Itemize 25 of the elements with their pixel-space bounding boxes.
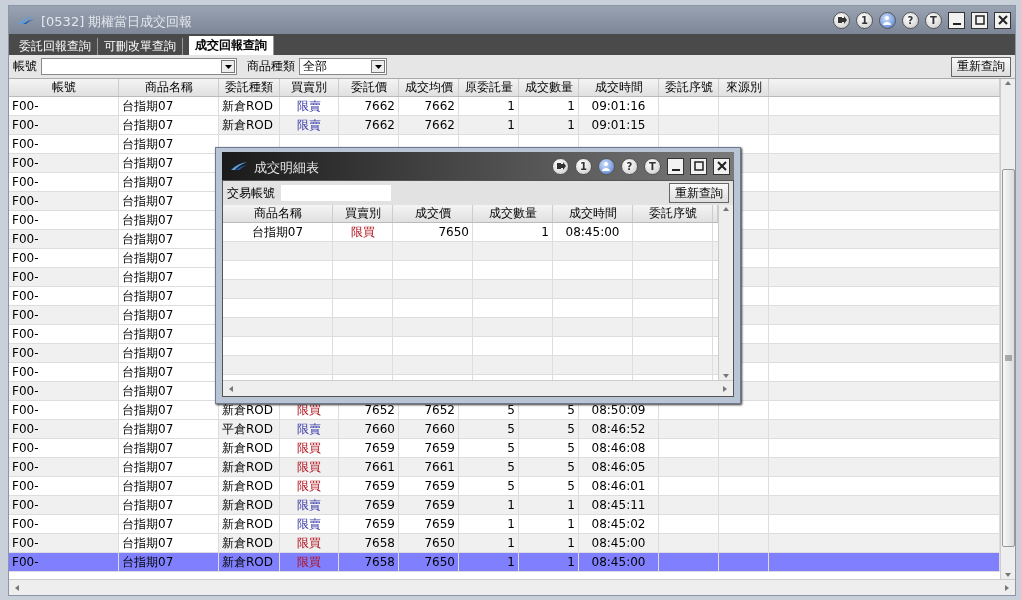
table-cell: 1	[519, 553, 579, 572]
table-cell: 台指期07	[119, 477, 219, 496]
table-cell: 台指期07	[119, 534, 219, 553]
table-cell: 台指期07	[119, 97, 219, 116]
table-cell: 台指期07	[119, 496, 219, 515]
table-cell: 08:45:00	[579, 553, 659, 572]
table-cell: 台指期07	[119, 515, 219, 534]
field-label: 商品種類	[247, 58, 295, 75]
table-cell: 台指期07	[119, 135, 219, 154]
table-cell: 台指期07	[119, 420, 219, 439]
field-label: 帳號	[13, 58, 37, 75]
table-cell: 台指期07	[119, 116, 219, 135]
table-cell: 台指期07	[119, 458, 219, 477]
field-label: 交易帳號	[227, 184, 275, 202]
table-cell: 台指期07	[119, 401, 219, 420]
window-title: 成交明細表	[254, 159, 320, 177]
table-cell: 台指期07	[119, 553, 219, 572]
table-cell: 限買	[280, 553, 339, 572]
table-cell: 7650	[399, 553, 459, 572]
table-cell: 台指期07	[119, 439, 219, 458]
table-cell: 新倉ROD	[219, 553, 280, 572]
table-cell: 7658	[339, 553, 399, 572]
table-cell: 1	[459, 553, 519, 572]
window-title: [0532] 期權當日成交回報	[41, 13, 194, 31]
table-cell: F00-	[9, 553, 119, 572]
